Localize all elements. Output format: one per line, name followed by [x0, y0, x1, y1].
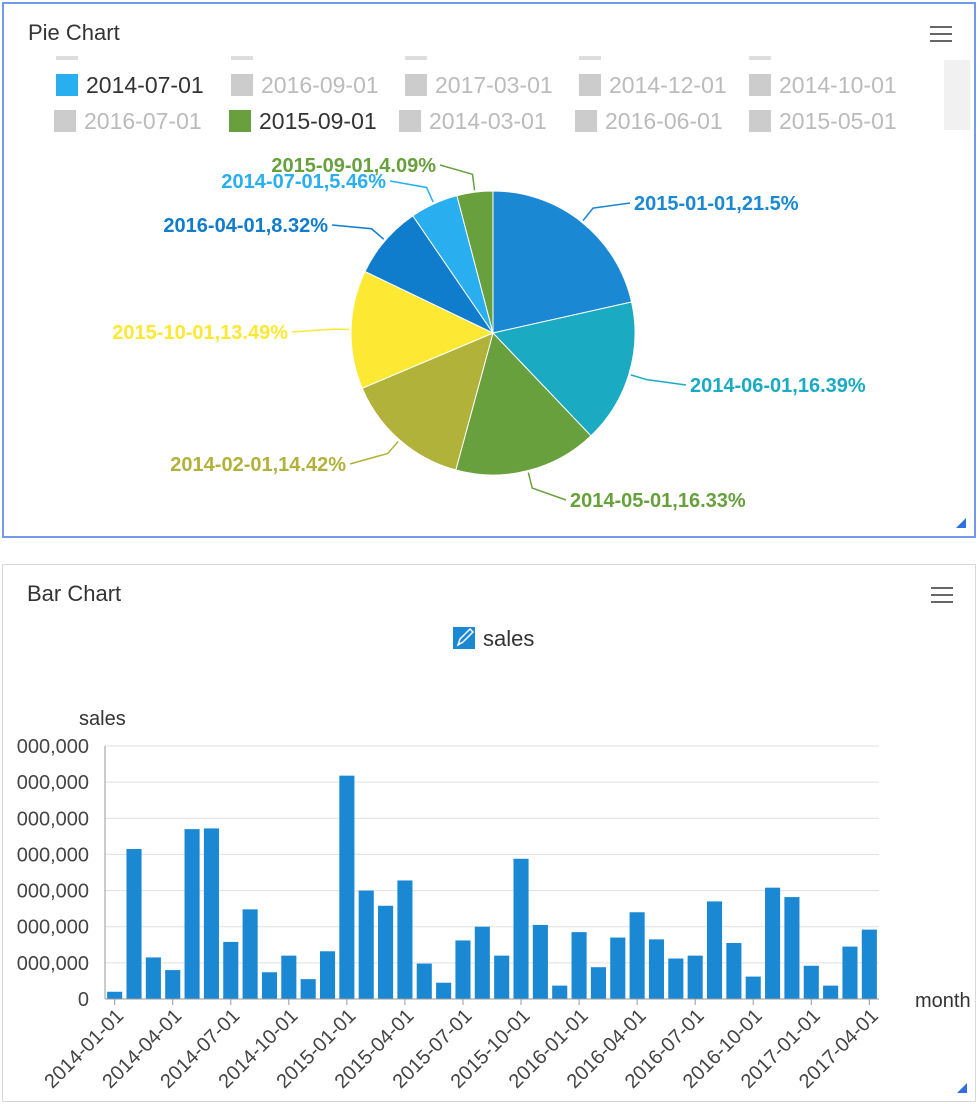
- legend-item-label[interactable]: 2014-03-01: [429, 108, 547, 134]
- resize-corner-icon[interactable]: [957, 1083, 967, 1093]
- bar[interactable]: [184, 829, 200, 999]
- bar[interactable]: [455, 940, 471, 999]
- pie-slice-label: 2014-02-01,14.42%: [170, 454, 346, 476]
- bar[interactable]: [494, 955, 510, 999]
- bar-chart: sales sales 0 000,000 000,000 000,000 000,000 0…: [17, 626, 971, 1093]
- pie-leader-line: [349, 440, 399, 465]
- pie-slice-label: 2014-06-01,16.39%: [690, 375, 866, 397]
- pie-leader-line: [582, 202, 631, 222]
- y-tick-label: 000,000: [17, 917, 89, 939]
- bar[interactable]: [823, 985, 839, 999]
- x-axis-label: month: [915, 990, 971, 1012]
- legend-swatch[interactable]: [579, 74, 601, 96]
- y-tick-label: 000,000: [17, 772, 89, 794]
- bar[interactable]: [590, 967, 606, 999]
- legend-item-label[interactable]: 2014-10-01: [779, 72, 897, 98]
- bar[interactable]: [145, 957, 161, 999]
- legend-swatch-clipped: [231, 56, 253, 60]
- bar[interactable]: [165, 970, 181, 999]
- legend-item-label[interactable]: 2016-09-01: [261, 72, 379, 98]
- y-tick-label: 0: [78, 989, 89, 1011]
- bar[interactable]: [668, 958, 684, 999]
- bar[interactable]: [319, 951, 336, 999]
- legend-swatch[interactable]: [231, 74, 253, 96]
- legend-item-label[interactable]: 2016-06-01: [605, 108, 723, 134]
- legend-swatch[interactable]: [405, 74, 427, 96]
- pie-leader-line: [527, 472, 567, 501]
- legend-item-label[interactable]: 2017-03-01: [435, 72, 553, 98]
- bar[interactable]: [416, 963, 432, 999]
- bar[interactable]: [203, 828, 219, 999]
- pie-slice-label: 2015-10-01,13.49%: [112, 322, 288, 344]
- bar[interactable]: [436, 982, 452, 999]
- bar[interactable]: [842, 946, 858, 999]
- bar[interactable]: [223, 941, 239, 999]
- y-tick-label: 000,000: [17, 808, 89, 830]
- legend-swatch-clipped: [405, 56, 427, 60]
- bar[interactable]: [474, 926, 490, 999]
- pie-leader-line: [389, 180, 434, 203]
- bar[interactable]: [610, 937, 626, 999]
- legend-item-label[interactable]: 2016-07-01: [84, 108, 202, 134]
- legend-swatch[interactable]: [56, 74, 78, 96]
- bar[interactable]: [706, 901, 723, 999]
- bar[interactable]: [745, 976, 761, 999]
- legend-swatch[interactable]: [749, 74, 771, 96]
- pie-leader-line: [331, 224, 385, 240]
- pie-leader-line: [439, 164, 476, 191]
- bar[interactable]: [378, 905, 394, 999]
- pie-slice-label: 2015-09-01,4.09%: [271, 155, 436, 177]
- bar[interactable]: [242, 909, 258, 999]
- legend-swatch[interactable]: [399, 110, 421, 132]
- bar[interactable]: [803, 965, 819, 999]
- legend-item-label[interactable]: 2014-07-01: [86, 72, 204, 98]
- pie-leader-line: [291, 328, 350, 333]
- legend-swatch[interactable]: [575, 110, 597, 132]
- bar[interactable]: [532, 924, 548, 999]
- bar[interactable]: [358, 890, 374, 999]
- bar[interactable]: [784, 897, 800, 999]
- legend-item-label[interactable]: 2015-05-01: [779, 108, 897, 134]
- bar[interactable]: [571, 932, 587, 999]
- y-tick-label: 000,000: [17, 953, 89, 975]
- bar[interactable]: [300, 979, 316, 999]
- legend-swatch[interactable]: [749, 110, 771, 132]
- legend-swatch[interactable]: [54, 110, 76, 132]
- pie-slice-label: 2014-05-01,16.33%: [570, 490, 746, 512]
- bar[interactable]: [726, 942, 742, 999]
- legend-swatch-clipped: [749, 56, 771, 60]
- y-tick-label: 000,000: [17, 844, 89, 866]
- bar[interactable]: [397, 880, 413, 999]
- bar[interactable]: [513, 858, 529, 999]
- bar[interactable]: [126, 849, 142, 999]
- y-tick-label: 000,000: [17, 736, 89, 758]
- pencil-icon[interactable]: [453, 627, 475, 649]
- pie-slice-label: 2015-01-01,21.5%: [634, 193, 799, 215]
- legend-swatch[interactable]: [229, 110, 251, 132]
- bar[interactable]: [339, 775, 355, 999]
- legend-item-label[interactable]: 2015-09-01: [259, 108, 377, 134]
- legend-item-label[interactable]: 2014-12-01: [609, 72, 727, 98]
- pie-leader-line: [630, 374, 687, 386]
- bar[interactable]: [281, 955, 297, 999]
- bar[interactable]: [552, 985, 568, 999]
- bar[interactable]: [861, 929, 877, 999]
- bar[interactable]: [648, 939, 665, 999]
- pie-chart: 2014-07-01 2016-09-01 2017-03-01 2014-12-01…: [54, 56, 897, 512]
- legend-item-label[interactable]: sales: [483, 626, 534, 651]
- legend-swatch-clipped: [579, 56, 601, 60]
- pie-slice-label: 2016-04-01,8.32%: [163, 215, 328, 237]
- bar[interactable]: [261, 972, 278, 999]
- resize-corner-icon[interactable]: [956, 518, 966, 528]
- pie-chart-panel: Pie Chart 2014-07-01 2016-09-01 2017-03-01…: [2, 2, 976, 538]
- legend-swatch-clipped: [56, 56, 78, 60]
- bar[interactable]: [687, 955, 703, 999]
- y-tick-label: 000,000: [17, 881, 89, 903]
- bar[interactable]: [107, 991, 123, 999]
- bar-chart-panel: Bar Chart sales sales 0 000,000 000,000 000,0…: [2, 564, 976, 1102]
- bar[interactable]: [629, 912, 645, 999]
- y-axis-label: sales: [79, 708, 126, 730]
- bar[interactable]: [765, 887, 781, 999]
